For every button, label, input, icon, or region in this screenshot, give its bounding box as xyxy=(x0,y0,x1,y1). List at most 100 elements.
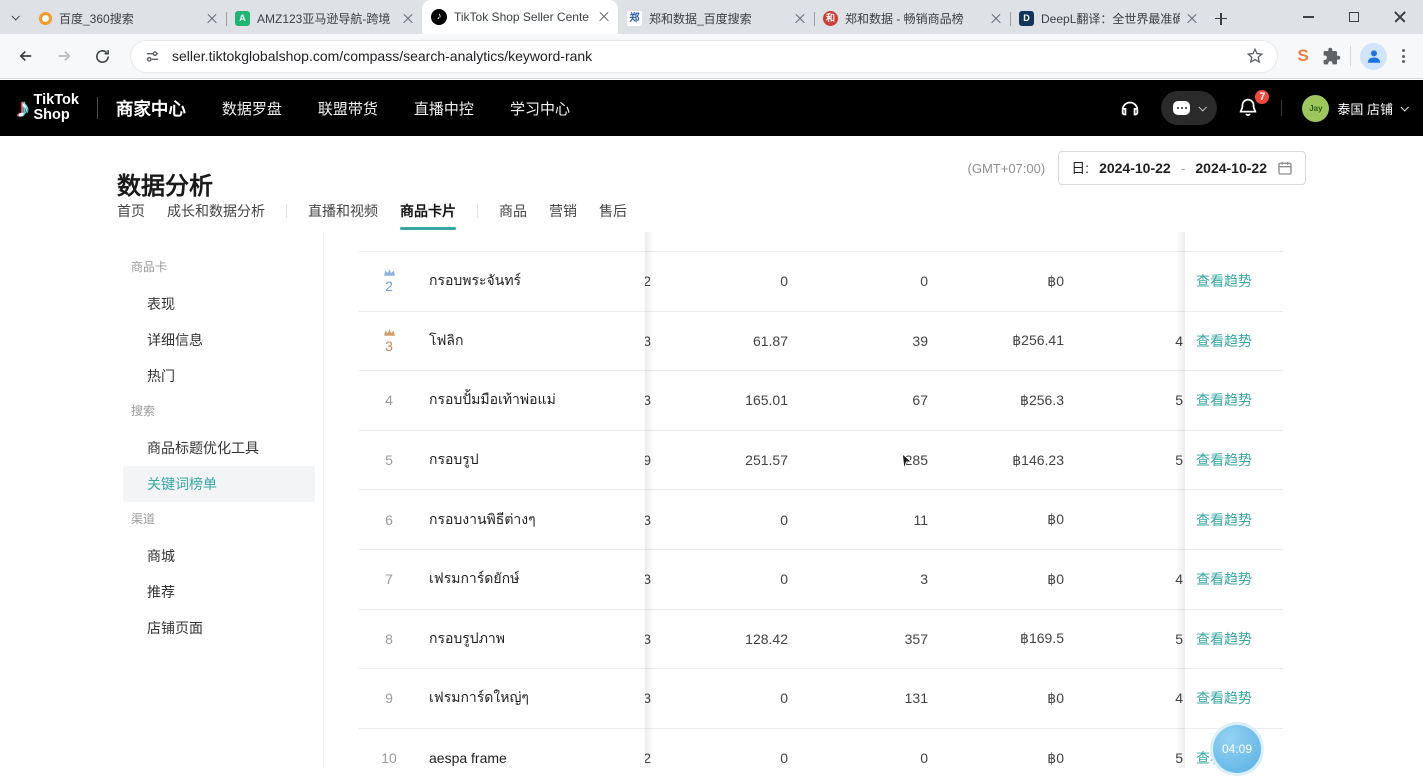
browser-menu-button[interactable] xyxy=(1393,49,1413,63)
view-trend-link[interactable]: 查看趋势 xyxy=(1196,431,1252,490)
value-cell-3: ฿0 xyxy=(934,729,1064,768)
s-extension-icon[interactable]: S xyxy=(1290,46,1316,66)
zh-blue-favicon-icon: 郑 xyxy=(627,11,642,26)
sidebar-item-店铺页面[interactable]: 店铺页面 xyxy=(115,610,323,646)
browser-tab[interactable]: ♪TikTok Shop Seller Cente xyxy=(422,0,618,34)
table-partial-row xyxy=(359,232,645,252)
maximize-icon xyxy=(1349,12,1359,22)
tab-close-icon[interactable] xyxy=(599,12,609,22)
calendar-icon xyxy=(1277,160,1293,176)
table-partial-row xyxy=(1185,232,1283,252)
rank-number: 8 xyxy=(385,631,393,647)
table-row-frozen-left: 3โฟลิก xyxy=(359,312,645,372)
chevron-down-icon xyxy=(1199,103,1207,111)
tab-close-icon[interactable] xyxy=(1187,14,1197,24)
header-nav-1[interactable]: 商家中心 xyxy=(116,96,186,121)
sidebar-item-关键词榜单[interactable]: 关键词榜单 xyxy=(123,466,315,502)
header-nav-5[interactable]: 学习中心 xyxy=(510,98,570,119)
browser-tab[interactable]: AAMZ123亚马逊导航-跨境 xyxy=(226,3,422,34)
header-nav-3[interactable]: 联盟带货 xyxy=(318,98,378,119)
tiktok-note-icon: ♪ xyxy=(16,93,30,124)
tab-商品卡片[interactable]: 商品卡片 xyxy=(389,200,467,222)
notifications-button[interactable]: 7 xyxy=(1237,96,1261,120)
sidebar-item-商城[interactable]: 商城 xyxy=(115,538,323,574)
tab-separator xyxy=(477,204,478,218)
shop-switcher[interactable]: Jay 泰国 店铺 xyxy=(1302,95,1407,122)
value-cell-2: 357 xyxy=(808,610,928,669)
tab-商品[interactable]: 商品 xyxy=(488,200,538,222)
date-range-picker[interactable]: 日: 2024-10-22 - 2024-10-22 xyxy=(1058,151,1306,185)
view-trend-link[interactable]: 查看趋势 xyxy=(1196,669,1252,728)
reload-button[interactable] xyxy=(86,40,118,72)
tiktok-shop-logo[interactable]: ♪ TikTok Shop xyxy=(16,93,79,124)
tab-title: 郑和数据 - 畅销商品榜 xyxy=(845,10,984,27)
tab-search-chevron-button[interactable] xyxy=(0,0,30,34)
tab-close-icon[interactable] xyxy=(795,14,805,24)
back-button[interactable] xyxy=(10,40,42,72)
table-frozen-left: 2กรอบพระจันทร์3โฟลิก4กรอบปั้มมือเท้าพ่อแ… xyxy=(359,232,645,768)
rank-number: 5 xyxy=(385,452,393,468)
rank-number: 2 xyxy=(385,278,393,294)
table-row-frozen-right: 查看趋势 xyxy=(1185,490,1283,550)
amz-favicon-icon: A xyxy=(235,11,250,26)
header-nav-2[interactable]: 数据罗盘 xyxy=(222,98,282,119)
close-window-button[interactable] xyxy=(1377,0,1423,34)
header-nav-4[interactable]: 直播中控 xyxy=(414,98,474,119)
address-bar[interactable]: seller.tiktokglobalshop.com/compass/sear… xyxy=(130,40,1278,73)
extensions-puzzle-icon[interactable] xyxy=(1322,47,1341,66)
sidebar-item-商品标题优化工具[interactable]: 商品标题优化工具 xyxy=(115,430,323,466)
maximize-button[interactable] xyxy=(1331,0,1377,34)
window-controls xyxy=(1285,0,1423,34)
value-cell-3: ฿256.3 xyxy=(934,371,1064,430)
view-trend-link[interactable]: 查看趋势 xyxy=(1196,371,1252,430)
browser-tab[interactable]: 郑郑和数据_百度搜索 xyxy=(618,3,814,34)
browser-profile-avatar[interactable] xyxy=(1360,43,1387,70)
view-trend-link[interactable]: 查看趋势 xyxy=(1196,610,1252,669)
view-trend-link[interactable]: 查看趋势 xyxy=(1196,312,1252,371)
tab-close-icon[interactable] xyxy=(207,14,217,24)
sidebar-item-表现[interactable]: 表现 xyxy=(115,286,323,322)
zh-red-favicon-icon: 和 xyxy=(823,11,838,26)
person-icon xyxy=(1365,47,1383,65)
tab-首页[interactable]: 首页 xyxy=(106,200,156,222)
rank-cell: 8 xyxy=(369,610,409,669)
date-end: 2024-10-22 xyxy=(1195,160,1267,176)
tab-成长和数据分析[interactable]: 成长和数据分析 xyxy=(156,200,276,222)
tab-close-icon[interactable] xyxy=(403,14,413,24)
page-title: 数据分析 xyxy=(117,166,213,201)
browser-tab[interactable]: DDeepL翻译：全世界最准确 xyxy=(1010,3,1206,34)
sidebar-item-推荐[interactable]: 推荐 xyxy=(115,574,323,610)
browser-tab[interactable]: 百度_360搜索 xyxy=(30,3,226,34)
value-cell-2: 131 xyxy=(808,669,928,728)
value-cell-2: 11 xyxy=(808,490,928,549)
messages-button[interactable] xyxy=(1161,91,1217,125)
table-row-frozen-right: 查看趋势 xyxy=(1185,550,1283,610)
keyword-cell: กรอบปั้มมือเท้าพ่อแม่ xyxy=(429,371,639,430)
sidebar-item-热门[interactable]: 热门 xyxy=(115,358,323,394)
forward-button[interactable] xyxy=(48,40,80,72)
tab-营销[interactable]: 营销 xyxy=(538,200,588,222)
minimize-button[interactable] xyxy=(1285,0,1331,34)
tab-售后[interactable]: 售后 xyxy=(588,200,638,222)
table-row-frozen-right: 查看趋势 xyxy=(1185,371,1283,431)
headset-icon[interactable] xyxy=(1119,97,1141,119)
shop-name: 泰国 店铺 xyxy=(1337,99,1393,118)
bookmark-star-icon[interactable] xyxy=(1246,47,1264,65)
date-separator: - xyxy=(1181,160,1186,176)
tab-close-icon[interactable] xyxy=(991,14,1001,24)
browser-tab[interactable]: 和郑和数据 - 畅销商品榜 xyxy=(814,3,1010,34)
view-trend-link[interactable]: 查看趋势 xyxy=(1196,252,1252,311)
toolbar-divider xyxy=(1350,46,1351,66)
browser-tabs: 百度_360搜索AAMZ123亚马逊导航-跨境♪TikTok Shop Sell… xyxy=(30,0,1206,34)
site-info-icon[interactable] xyxy=(144,48,161,65)
url-text[interactable]: seller.tiktokglobalshop.com/compass/sear… xyxy=(172,48,1235,64)
tab-直播和视频[interactable]: 直播和视频 xyxy=(297,200,389,222)
view-trend-link[interactable]: 查看趋势 xyxy=(1196,490,1252,549)
new-tab-button[interactable] xyxy=(1206,3,1236,34)
browser-toolbar: seller.tiktokglobalshop.com/compass/sear… xyxy=(0,34,1423,79)
sidebar-item-详细信息[interactable]: 详细信息 xyxy=(115,322,323,358)
tab-title: DeepL翻译：全世界最准确 xyxy=(1041,10,1180,27)
value-cell-3: ฿0 xyxy=(934,490,1064,549)
rank-cell: 2 xyxy=(369,252,409,311)
view-trend-link[interactable]: 查看趋势 xyxy=(1196,550,1252,609)
